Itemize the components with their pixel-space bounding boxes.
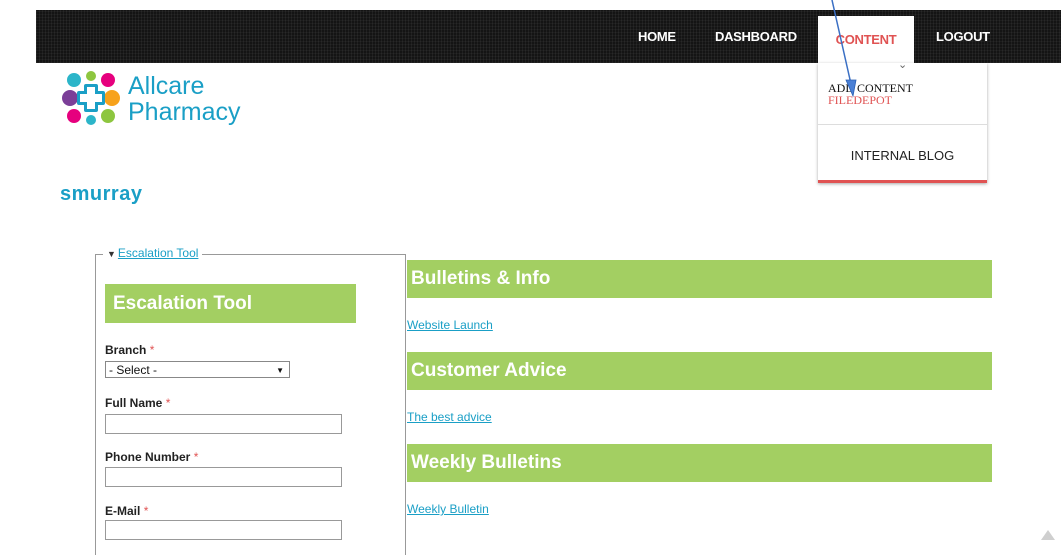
required-marker: * (165, 396, 171, 410)
logo-text-line1: Allcare (128, 72, 205, 100)
menu-item-internal-blog[interactable]: INTERNAL BLOG (818, 148, 987, 163)
section-header-weekly-bulletins: Weekly Bulletins (407, 444, 992, 482)
email-input[interactable] (105, 520, 342, 540)
phone-number-input[interactable] (105, 467, 342, 487)
required-marker: * (193, 450, 199, 464)
nav-content[interactable]: CONTENT (818, 16, 914, 63)
escalation-legend-link[interactable]: Escalation Tool (118, 246, 199, 260)
caret-down-icon: ▼ (107, 249, 116, 259)
allcare-logo-icon (62, 71, 120, 125)
full-name-input[interactable] (105, 414, 342, 434)
branch-select[interactable]: - Select - ▼ (105, 361, 290, 378)
full-name-label: Full Name * (105, 396, 170, 410)
full-name-label-text: Full Name (105, 396, 163, 410)
link-best-advice[interactable]: The best advice (407, 410, 492, 424)
escalation-legend-toggle[interactable]: ▼ Escalation Tool (103, 246, 203, 260)
menu-divider (818, 124, 987, 125)
branch-label: Branch * (105, 343, 154, 357)
escalation-form-title: Escalation Tool (105, 284, 356, 323)
required-marker: * (149, 343, 155, 357)
menu-item-filedepot[interactable]: FILEDEPOT (828, 93, 892, 108)
nav-logout[interactable]: LOGOUT (936, 10, 990, 63)
phone-label-text: Phone Number (105, 450, 191, 464)
select-arrow-icon: ▼ (276, 366, 284, 375)
phone-number-label: Phone Number * (105, 450, 198, 464)
scroll-to-top-icon[interactable] (1040, 528, 1056, 544)
email-label-text: E-Mail (105, 504, 141, 518)
section-header-customer-advice: Customer Advice (407, 352, 992, 390)
required-marker: * (143, 504, 149, 518)
chevron-down-icon: ⌄ (898, 59, 908, 71)
email-label: E-Mail * (105, 504, 148, 518)
page-title-username: smurray (60, 183, 143, 205)
nav-home[interactable]: HOME (638, 10, 676, 63)
nav-dashboard[interactable]: DASHBOARD (715, 10, 797, 63)
branch-label-text: Branch (105, 343, 147, 357)
content-dropdown-menu: ⌄ ADD CONTENT FILEDEPOT INTERNAL BLOG (818, 59, 987, 183)
logo-wordmark: Allcare Pharmacy (128, 73, 241, 125)
section-header-bulletins: Bulletins & Info (407, 260, 992, 298)
link-weekly-bulletin[interactable]: Weekly Bulletin (407, 502, 489, 516)
logo-text-line2: Pharmacy (128, 98, 241, 126)
link-website-launch[interactable]: Website Launch (407, 318, 493, 332)
branch-select-value: - Select - (109, 363, 158, 377)
